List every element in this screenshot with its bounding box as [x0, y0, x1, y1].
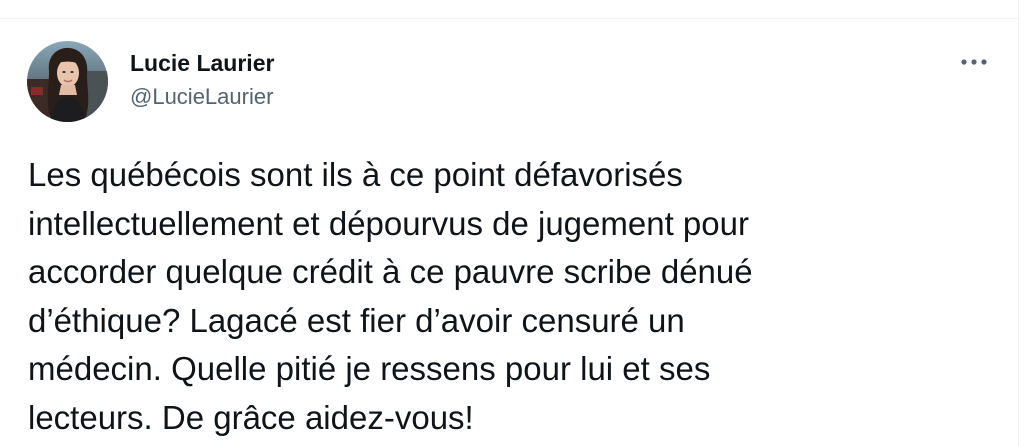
right-divider: [1018, 0, 1019, 446]
author-info: Lucie Laurier @LucieLaurier: [130, 49, 274, 111]
tweet-text: Les québécois sont ils à ce point défavo…: [28, 156, 753, 436]
more-options-button[interactable]: [956, 49, 992, 75]
avatar-photo: [27, 41, 108, 122]
author-handle[interactable]: @LucieLaurier: [130, 83, 274, 111]
author-display-name[interactable]: Lucie Laurier: [130, 49, 274, 77]
tweet-card: Lucie Laurier @LucieLaurier Les québécoi…: [0, 19, 1018, 446]
author-avatar[interactable]: [27, 41, 108, 122]
more-horizontal-icon: [961, 59, 987, 65]
